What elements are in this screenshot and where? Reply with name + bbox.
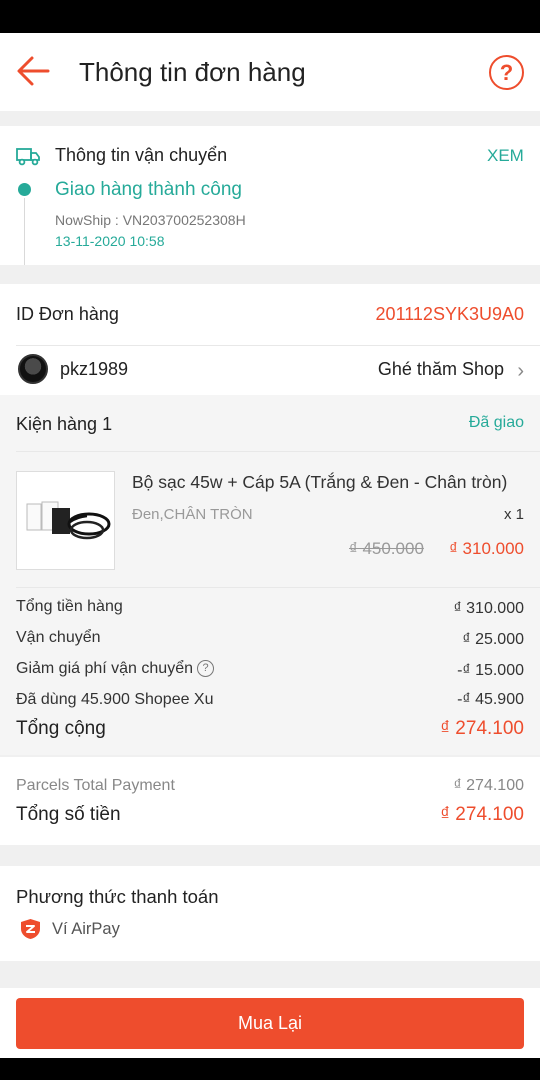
visit-shop-link[interactable]: Ghé thăm Shop: [378, 359, 504, 380]
summary-value: -₫ 15.000: [457, 662, 524, 679]
info-icon[interactable]: ?: [197, 660, 214, 678]
product-image[interactable]: [16, 471, 115, 570]
parcels-total-label: Parcels Total Payment: [16, 777, 175, 794]
divider: [16, 451, 540, 452]
shipping-status: Giao hàng thành công: [55, 179, 242, 200]
chevron-right-icon[interactable]: ›: [517, 360, 524, 383]
product-variant: Đen,CHÂN TRÒN: [132, 506, 253, 523]
system-nav-bar: [0, 1058, 540, 1080]
shop-name: pkz1989: [60, 359, 129, 379]
divider: [16, 345, 540, 346]
tracking-number: NowShip : VN203700252308H: [55, 212, 246, 228]
summary-label: Giảm giá phí vận chuyển: [16, 660, 193, 677]
order-total-value: ₫ 274.100: [440, 718, 524, 739]
payment-method-name: Ví AirPay: [52, 920, 120, 938]
package-title: Kiện hàng 1: [16, 414, 113, 434]
parcels-total-value: ₫ 274.100: [453, 777, 525, 794]
shipping-status-dot: [18, 183, 31, 196]
summary-label: Vận chuyển: [16, 629, 101, 646]
status-bar: [0, 0, 540, 33]
summary-label: Tổng tiền hàng: [16, 598, 123, 615]
order-id-value[interactable]: 201112SYK3U9A0: [376, 304, 524, 325]
grand-total-label: Tổng số tiền: [16, 804, 121, 825]
product-name[interactable]: Bộ sạc 45w + Cáp 5A (Trắng & Đen - Chân …: [132, 472, 522, 493]
truck-icon: [16, 148, 40, 166]
package-section: Kiện hàng 1 Đã giao Bộ sạc 45w + Cáp 5A …: [0, 395, 540, 755]
shipping-section: Thông tin vận chuyển XEM Giao hàng thành…: [0, 126, 540, 265]
app-header: Thông tin đơn hàng: [0, 33, 540, 111]
shop-avatar: [18, 354, 48, 384]
airpay-shield-icon: [21, 919, 40, 939]
page-title: Thông tin đơn hàng: [79, 57, 306, 87]
grand-total-value: ₫ 274.100: [440, 804, 524, 825]
shipping-title: Thông tin vận chuyển: [55, 145, 228, 165]
bottom-action-bar: Mua Lại: [0, 988, 540, 1058]
payment-method-section: Phương thức thanh toán Ví AirPay: [0, 866, 540, 961]
payment-method-title: Phương thức thanh toán: [16, 886, 219, 907]
summary-value: -₫ 45.900: [457, 691, 524, 708]
back-arrow-icon[interactable]: [16, 55, 52, 87]
shipping-datetime: 13-11-2020 10:58: [55, 233, 165, 249]
summary-value: ₫ 310.000: [453, 600, 525, 617]
product-quantity: x 1: [503, 506, 524, 523]
help-icon[interactable]: ?: [489, 55, 524, 90]
order-id-label: ID Đơn hàng: [16, 304, 119, 324]
order-total-label: Tổng cộng: [16, 718, 106, 739]
product-original-price: ₫ 450.000: [349, 539, 424, 558]
summary-label: Đã dùng 45.900 Shopee Xu: [16, 691, 214, 708]
summary-row-shipping-discount: Giảm giá phí vận chuyển?: [16, 660, 214, 678]
shipping-view-link[interactable]: XEM: [487, 146, 524, 166]
payment-total-section: Parcels Total Payment ₫ 274.100 Tổng số …: [0, 757, 540, 845]
package-status: Đã giao: [468, 414, 524, 431]
order-id-section: ID Đơn hàng 201112SYK3U9A0 pkz1989 Ghé t…: [0, 284, 540, 395]
divider: [16, 587, 540, 588]
summary-value: ₫ 25.000: [462, 631, 524, 648]
timeline-line: [24, 198, 25, 265]
product-price: ₫ 310.000: [449, 539, 524, 558]
rebuy-button[interactable]: Mua Lại: [16, 998, 524, 1049]
